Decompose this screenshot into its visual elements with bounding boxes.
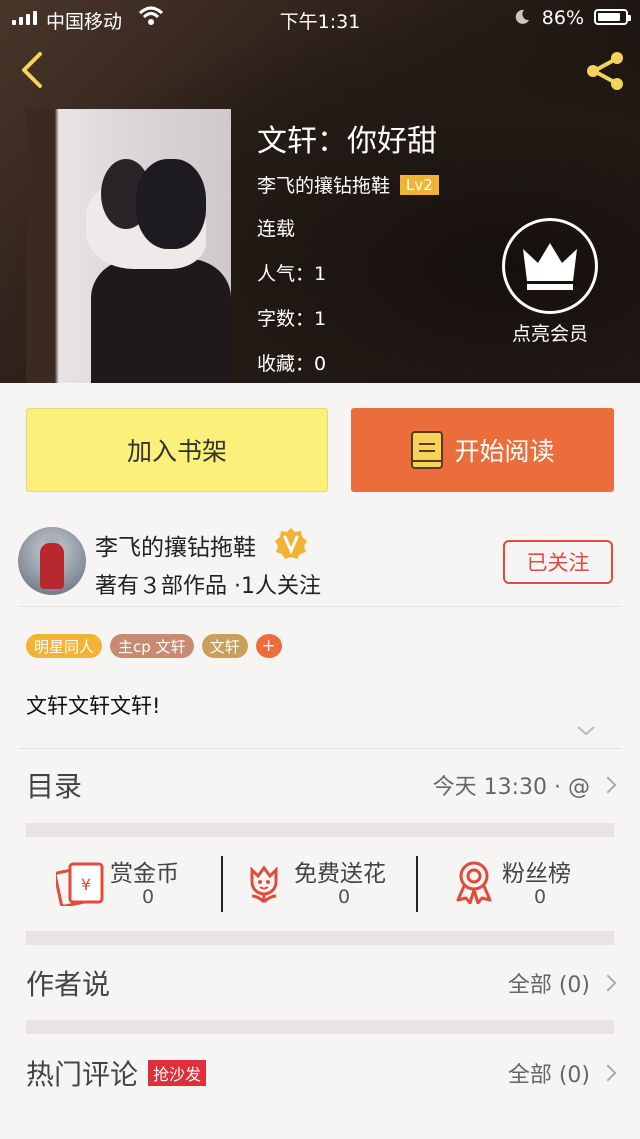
- book-icon: [411, 431, 444, 469]
- book-author-line: 李飞的攘钻拖鞋 Lv2: [257, 171, 439, 198]
- stats-bar: ¥ 赏金币 0 免费送花 0 粉丝榜 0: [26, 846, 614, 922]
- divider: [221, 856, 223, 912]
- share-icon[interactable]: [582, 48, 628, 94]
- tag-list: 明星同人 主cp 文轩 文轩 +: [26, 634, 282, 658]
- section-separator: [26, 1020, 614, 1034]
- start-reading-button[interactable]: 开始阅读: [351, 408, 614, 492]
- author-avatar[interactable]: [18, 527, 86, 595]
- book-author-name[interactable]: 李飞的攘钻拖鞋: [257, 171, 390, 198]
- battery-icon: [594, 9, 631, 25]
- author-name[interactable]: 李飞的攘钻拖鞋: [95, 528, 256, 562]
- svg-text:¥: ¥: [81, 875, 91, 894]
- book-cover-image[interactable]: [26, 109, 231, 383]
- author-says-row[interactable]: 作者说 全部 (0): [26, 958, 617, 1008]
- book-status: 连载: [257, 218, 296, 240]
- hot-comments-title: 热门评论: [26, 1058, 139, 1091]
- author-says-count: 全部 (0): [507, 973, 590, 998]
- expand-chevron-icon[interactable]: [576, 724, 596, 738]
- vip-label[interactable]: 点亮会员: [490, 319, 610, 346]
- book-title: 文轩：你好甜: [257, 124, 437, 159]
- catalog-row[interactable]: 目录 今天 13:30 · @: [26, 762, 617, 808]
- section-separator: [26, 931, 614, 945]
- reward-coins-button[interactable]: ¥ 赏金币 0: [56, 846, 226, 922]
- catalog-updated: 今天 13:30 · @: [432, 775, 590, 800]
- crown-icon: [523, 243, 577, 290]
- red-envelope-icon: ¥: [56, 862, 104, 906]
- tag-item[interactable]: 明星同人: [26, 634, 103, 658]
- vip-button[interactable]: [502, 218, 598, 314]
- fan-ranking-button[interactable]: 粉丝榜 0: [454, 846, 614, 922]
- level-badge: Lv2: [400, 174, 439, 195]
- author-says-title: 作者说: [26, 968, 111, 1001]
- verified-badge-icon: [275, 528, 307, 559]
- send-flower-button[interactable]: 免费送花 0: [244, 846, 424, 922]
- fan-ranking-value: 0: [534, 886, 547, 908]
- chevron-right-icon: [599, 776, 617, 794]
- tag-item[interactable]: 文轩: [201, 634, 248, 658]
- author-stats: 著有３部作品 ·1人关注: [95, 574, 321, 599]
- book-description: 文轩文轩文轩!: [26, 694, 161, 718]
- start-reading-label: 开始阅读: [454, 437, 555, 466]
- chevron-right-icon: [599, 974, 617, 992]
- send-flower-label: 免费送花: [294, 861, 386, 887]
- follow-button[interactable]: 已关注: [503, 540, 613, 584]
- flower-icon: [250, 865, 278, 904]
- moon-icon: [515, 9, 529, 24]
- reward-coins-value: 0: [142, 886, 155, 908]
- book-favorites: 收藏：0: [257, 353, 327, 375]
- back-arrow-icon[interactable]: [14, 50, 54, 90]
- divider: [416, 856, 418, 912]
- fan-ranking-label: 粉丝榜: [502, 861, 571, 887]
- add-tag-button[interactable]: +: [255, 634, 282, 658]
- hot-comments-row[interactable]: 热门评论 抢沙发 全部 (0): [26, 1048, 617, 1098]
- book-word-count: 字数：1: [257, 308, 327, 330]
- ribbon-medal-icon: [456, 861, 492, 904]
- chevron-right-icon: [599, 1064, 617, 1082]
- hot-comments-count: 全部 (0): [507, 1063, 590, 1088]
- battery-percent: 86%: [541, 7, 584, 29]
- reward-coins-label: 赏金币: [110, 861, 179, 887]
- divider: [18, 748, 622, 749]
- catalog-title: 目录: [26, 770, 83, 803]
- status-bar: 中国移动 下午1:31 86%: [0, 0, 640, 36]
- divider: [18, 606, 622, 607]
- first-comment-badge: 抢沙发: [148, 1060, 207, 1086]
- add-to-shelf-button[interactable]: 加入书架: [26, 408, 328, 492]
- send-flower-value: 0: [338, 886, 351, 908]
- book-popularity: 人气：1: [257, 263, 327, 285]
- tag-item[interactable]: 主cp 文轩: [110, 634, 194, 658]
- section-separator: [26, 823, 614, 837]
